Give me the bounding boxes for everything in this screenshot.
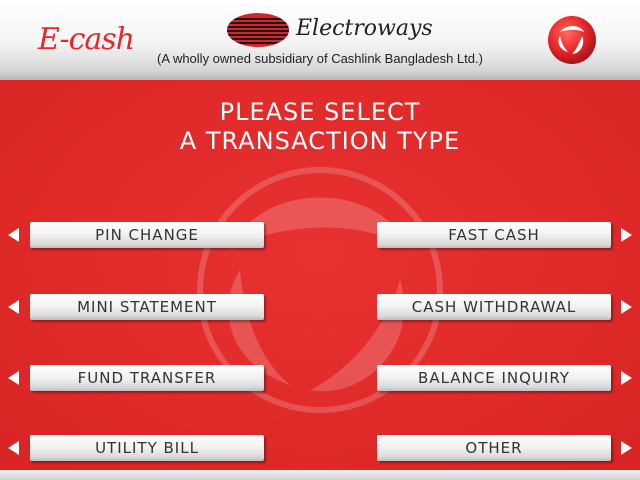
utility-bill-arrow-icon[interactable] [8,441,19,455]
balance-inquiry-button[interactable]: BALANCE INQUIRY [377,365,611,391]
brand-swirl-icon [548,16,596,64]
other-arrow-icon[interactable] [621,441,632,455]
cash-withdrawal-button[interactable]: CASH WITHDRAWAL [377,294,611,320]
transaction-menu-screen: PLEASE SELECT A TRANSACTION TYPE [0,80,640,470]
utility-bill-button[interactable]: UTILITY BILL [30,435,264,461]
fast-cash-button[interactable]: FAST CASH [377,222,611,248]
fund-transfer-arrow-icon[interactable] [8,371,19,385]
footer-bar [0,470,640,480]
other-button[interactable]: OTHER [377,435,611,461]
page-title: PLEASE SELECT A TRANSACTION TYPE [0,98,640,156]
title-line-1: PLEASE SELECT [219,98,421,126]
title-line-2: A TRANSACTION TYPE [179,127,461,155]
pin-change-arrow-icon[interactable] [8,228,19,242]
cash-withdrawal-arrow-icon[interactable] [621,300,632,314]
mini-statement-button[interactable]: MINI STATEMENT [30,294,264,320]
header-bar: E-cash Electroways (A wholly owned subsi… [0,0,640,80]
fast-cash-arrow-icon[interactable] [621,228,632,242]
pin-change-button[interactable]: PIN CHANGE [30,222,264,248]
fund-transfer-button[interactable]: FUND TRANSFER [30,365,264,391]
subsidiary-text: (A wholly owned subsidiary of Cashlink B… [157,51,483,66]
company-name: Electroways [296,16,433,41]
mini-statement-arrow-icon[interactable] [8,300,19,314]
electroways-logo-icon [227,13,289,47]
balance-inquiry-arrow-icon[interactable] [621,371,632,385]
ecash-logo-text: E-cash [38,22,135,57]
